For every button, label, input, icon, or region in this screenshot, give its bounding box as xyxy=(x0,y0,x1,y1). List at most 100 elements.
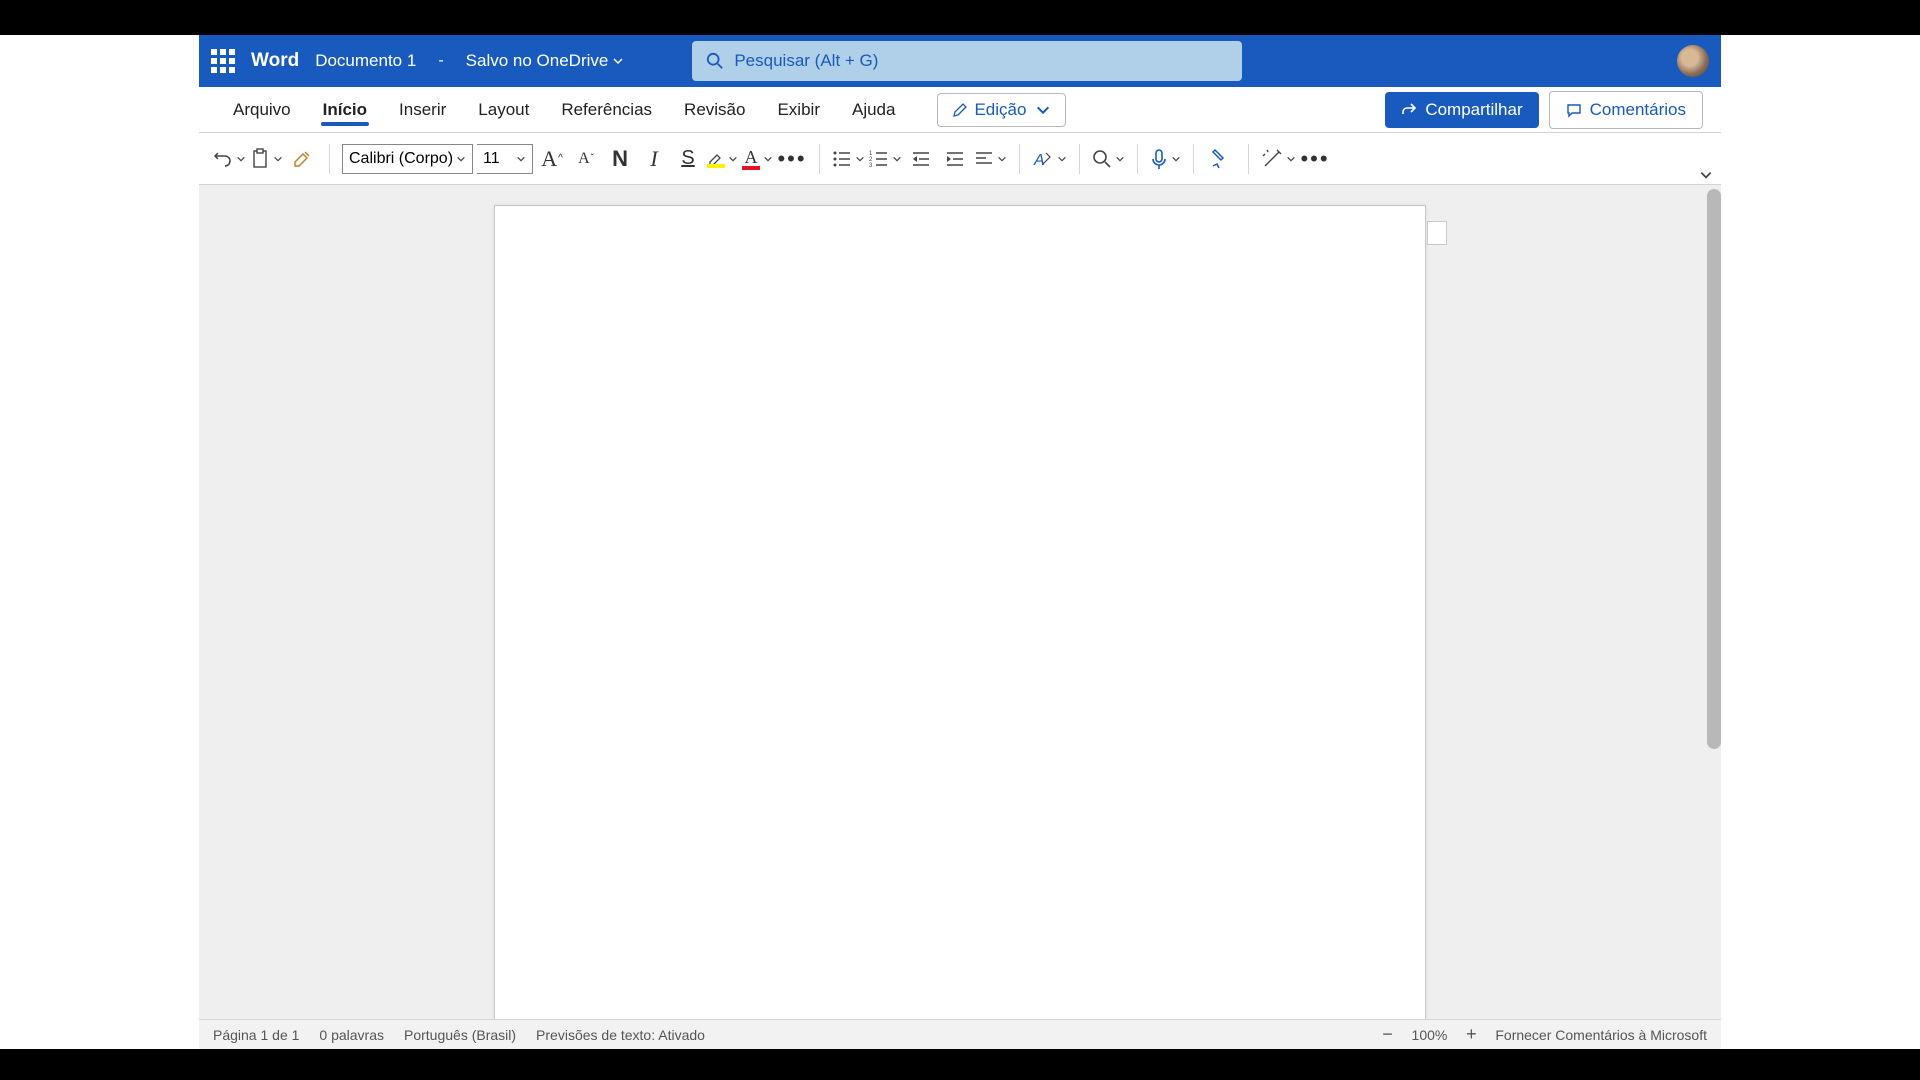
save-status-label: Salvo no OneDrive xyxy=(466,51,609,71)
editing-mode-button[interactable]: Edição xyxy=(937,93,1066,127)
styles-button[interactable]: A xyxy=(1032,142,1067,176)
page-corner-marker xyxy=(1427,221,1447,245)
ellipsis-icon: ••• xyxy=(1300,146,1329,172)
svg-text:A: A xyxy=(1033,152,1045,169)
format-painter-button[interactable] xyxy=(287,142,317,176)
document-name[interactable]: Documento 1 xyxy=(315,51,416,71)
tab-help[interactable]: Ajuda xyxy=(836,87,911,132)
chevron-down-icon xyxy=(1057,154,1067,164)
more-font-options-button[interactable]: ••• xyxy=(777,142,807,176)
status-language[interactable]: Português (Brasil) xyxy=(404,1027,516,1043)
editor-button[interactable] xyxy=(1206,142,1236,176)
font-color-button[interactable]: A xyxy=(742,142,773,176)
tab-insert[interactable]: Inserir xyxy=(383,87,462,132)
word-online-window: Word Documento 1 - Salvo no OneDrive Pes… xyxy=(199,35,1721,1049)
numbering-button[interactable]: 123 xyxy=(869,142,902,176)
font-name-select[interactable]: Calibri (Corpo) xyxy=(342,144,473,174)
share-button[interactable]: Compartilhar xyxy=(1385,92,1538,128)
search-placeholder: Pesquisar (Alt + G) xyxy=(734,51,878,71)
find-button[interactable] xyxy=(1092,142,1125,176)
chevron-down-icon xyxy=(1171,154,1181,164)
chevron-down-icon xyxy=(236,154,246,164)
italic-button[interactable]: I xyxy=(639,142,669,176)
search-icon xyxy=(706,52,724,70)
bold-button[interactable]: N xyxy=(605,142,635,176)
document-canvas[interactable] xyxy=(199,185,1721,1019)
undo-button[interactable] xyxy=(213,142,246,176)
separator xyxy=(1193,144,1194,174)
document-page[interactable] xyxy=(494,205,1426,1019)
caret-down-icon: ˇ xyxy=(591,153,594,164)
decrease-indent-button[interactable] xyxy=(906,142,936,176)
font-color-swatch xyxy=(742,166,760,170)
font-color-letter: A xyxy=(745,147,758,168)
collapse-ribbon-button[interactable] xyxy=(1699,168,1713,182)
svg-text:3: 3 xyxy=(869,163,873,168)
align-button[interactable] xyxy=(974,142,1007,176)
avatar[interactable] xyxy=(1677,45,1709,77)
chevron-down-icon xyxy=(456,154,466,164)
separator xyxy=(329,144,330,174)
tab-review[interactable]: Revisão xyxy=(668,87,761,132)
status-page[interactable]: Página 1 de 1 xyxy=(213,1027,299,1043)
more-commands-button[interactable]: ••• xyxy=(1300,142,1330,176)
tab-references[interactable]: Referências xyxy=(545,87,668,132)
vertical-scrollbar[interactable] xyxy=(1707,189,1721,749)
editor-icon xyxy=(1211,148,1231,170)
chevron-down-icon xyxy=(1286,154,1296,164)
chevron-down-icon xyxy=(1035,102,1051,118)
zoom-out-button[interactable]: − xyxy=(1378,1024,1398,1045)
ellipsis-icon: ••• xyxy=(777,146,806,172)
outdent-icon xyxy=(911,150,931,168)
zoom-level[interactable]: 100% xyxy=(1412,1027,1448,1043)
grow-font-button[interactable]: A ^ xyxy=(537,142,567,176)
feedback-link[interactable]: Fornecer Comentários à Microsoft xyxy=(1495,1027,1707,1043)
font-name-value: Calibri (Corpo) xyxy=(349,150,453,168)
paste-button[interactable] xyxy=(250,142,283,176)
app-name[interactable]: Word xyxy=(251,50,299,72)
app-launcher-icon[interactable] xyxy=(211,49,235,73)
increase-indent-button[interactable] xyxy=(940,142,970,176)
chevron-down-icon xyxy=(1699,168,1713,182)
tab-home[interactable]: Início xyxy=(307,87,383,132)
dictate-button[interactable] xyxy=(1150,142,1181,176)
align-left-icon xyxy=(974,150,994,168)
chevron-down-icon xyxy=(516,154,526,164)
title-separator: - xyxy=(438,52,443,70)
underline-button[interactable]: S xyxy=(673,142,703,176)
tab-file[interactable]: Arquivo xyxy=(217,87,307,132)
ribbon-toolbar: Calibri (Corpo) 11 A ^ A ˇ N I S A xyxy=(199,133,1721,185)
separator xyxy=(1019,144,1020,174)
highlight-color-swatch xyxy=(707,164,725,168)
undo-icon xyxy=(213,149,233,169)
designer-button[interactable] xyxy=(1261,142,1296,176)
shrink-font-button[interactable]: A ˇ xyxy=(571,142,601,176)
paintbrush-icon xyxy=(291,148,313,170)
status-text-predictions[interactable]: Previsões de texto: Ativado xyxy=(536,1027,705,1043)
zoom-in-button[interactable]: + xyxy=(1461,1024,1481,1045)
mic-icon xyxy=(1150,148,1168,170)
comments-button[interactable]: Comentários xyxy=(1549,91,1703,129)
chevron-down-icon xyxy=(997,154,1007,164)
tab-layout[interactable]: Layout xyxy=(462,87,545,132)
caret-up-icon: ^ xyxy=(558,153,563,164)
ribbon-tabs: Arquivo Início Inserir Layout Referência… xyxy=(199,87,1721,133)
share-icon xyxy=(1401,102,1417,118)
chevron-down-icon xyxy=(1115,154,1125,164)
tab-view[interactable]: Exibir xyxy=(761,87,836,132)
chevron-down-icon xyxy=(273,154,283,164)
clipboard-icon xyxy=(250,148,270,170)
bullets-button[interactable] xyxy=(832,142,865,176)
underline-label: S xyxy=(681,147,694,170)
comment-icon xyxy=(1566,102,1582,118)
save-status[interactable]: Salvo no OneDrive xyxy=(466,51,625,71)
chevron-down-icon xyxy=(612,55,624,67)
status-word-count[interactable]: 0 palavras xyxy=(319,1027,384,1043)
bullets-icon xyxy=(832,150,852,168)
shrink-font-label: A xyxy=(578,150,590,168)
wand-icon xyxy=(1261,148,1283,170)
search-input[interactable]: Pesquisar (Alt + G) xyxy=(692,41,1242,81)
highlight-button[interactable] xyxy=(707,142,738,176)
font-size-select[interactable]: 11 xyxy=(477,144,533,174)
separator xyxy=(1248,144,1249,174)
